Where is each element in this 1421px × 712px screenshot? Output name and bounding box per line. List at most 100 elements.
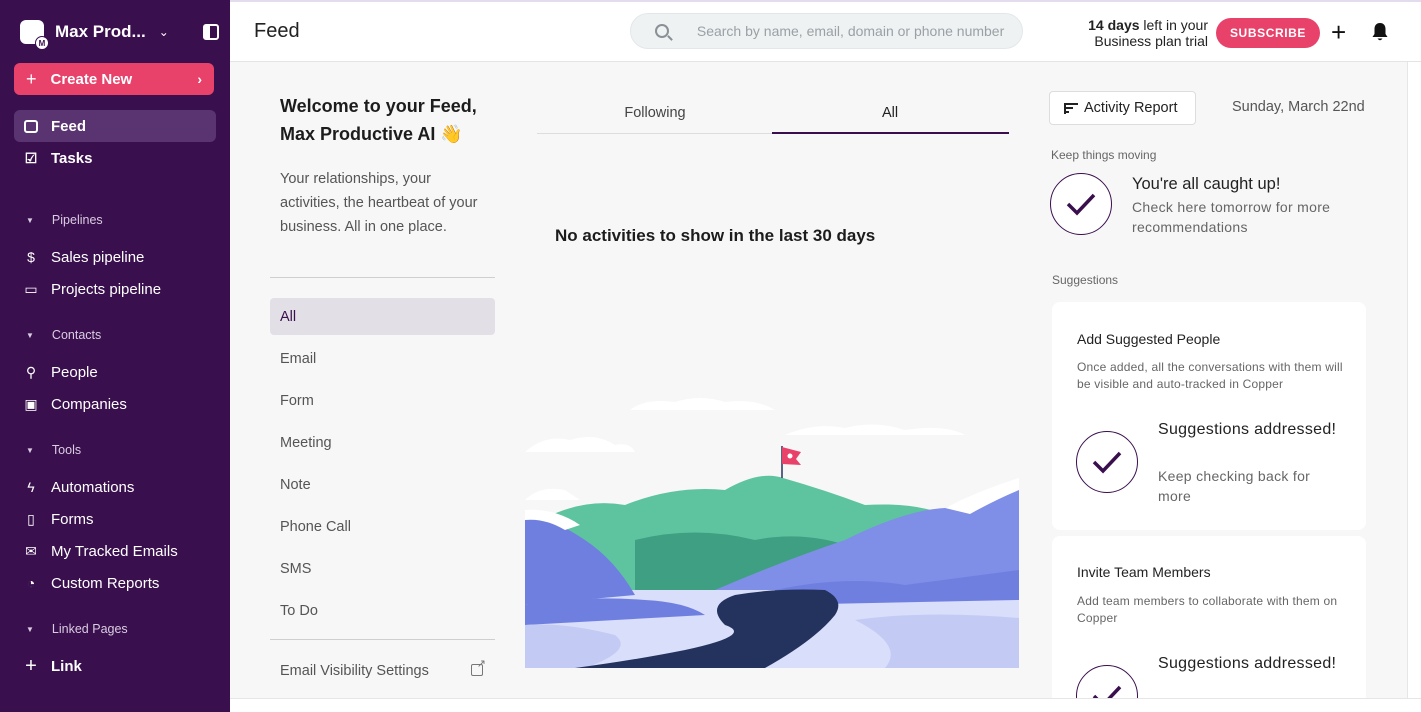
sidebar-item-label: Forms — [51, 510, 94, 528]
filter-meeting[interactable]: Meeting — [270, 424, 495, 461]
welcome-heading: Welcome to your Feed, Max Productive AI … — [280, 92, 477, 148]
divider — [270, 277, 495, 278]
workspace-name: Max Prod... — [55, 22, 146, 41]
activity-report-label: Activity Report — [1084, 100, 1178, 116]
activity-report-button[interactable]: Activity Report — [1049, 91, 1196, 125]
workspace-switcher[interactable]: M Max Prod... ⌄ — [14, 16, 219, 50]
add-icon[interactable]: + — [1331, 19, 1346, 45]
trial-text: left in your — [1139, 17, 1208, 33]
subscribe-button[interactable]: SUBSCRIBE — [1216, 18, 1320, 48]
add-suggested-people-card: Add Suggested People Once added, all the… — [1052, 302, 1366, 530]
check-circle-icon — [1050, 173, 1112, 235]
caret-down-icon: ▼ — [26, 215, 34, 225]
welcome-line-2: Max Productive AI 👋 — [280, 124, 463, 144]
sidebar-item-my-tracked-emails[interactable]: ✉ My Tracked Emails — [14, 535, 216, 567]
filter-to-do[interactable]: To Do — [270, 592, 495, 629]
filter-form[interactable]: Form — [270, 382, 495, 419]
briefcase-icon: ▭ — [24, 280, 38, 297]
plus-icon: + — [26, 68, 37, 89]
sidebar-item-label: People — [51, 363, 98, 381]
filter-all[interactable]: All — [270, 298, 495, 335]
filter-sms[interactable]: SMS — [270, 550, 495, 587]
filter-phone-call[interactable]: Phone Call — [270, 508, 495, 545]
search-input[interactable] — [696, 23, 1022, 39]
top-bar: Feed 14 days left in your Business plan … — [230, 0, 1421, 62]
suggestions-status-title: Suggestions addressed! — [1158, 655, 1337, 672]
section-tools[interactable]: ▼ Tools — [26, 443, 81, 457]
sidebar-item-label: Sales pipeline — [51, 248, 145, 266]
lightning-icon: ϟ — [27, 479, 35, 495]
caret-down-icon: ▼ — [26, 330, 34, 340]
horizontal-scrollbar[interactable] — [230, 698, 1421, 712]
inbox-icon — [23, 118, 39, 134]
sidebar-item-projects-pipeline[interactable]: ▭ Projects pipeline — [14, 273, 216, 305]
current-date: Sunday, March 22nd — [1232, 99, 1365, 115]
card-description: Once added, all the conversations with t… — [1077, 360, 1343, 391]
chart-icon: ◔ — [26, 575, 36, 591]
section-contacts[interactable]: ▼ Contacts — [26, 328, 101, 342]
sidebar-item-custom-reports[interactable]: ◔ Custom Reports — [14, 567, 216, 599]
sidebar-item-forms[interactable]: ▯ Forms — [14, 503, 216, 535]
trial-plan: Business plan trial — [1094, 33, 1208, 49]
report-icon — [1064, 103, 1078, 114]
trial-days: 14 days — [1088, 17, 1140, 33]
workspace-logo-icon: M — [20, 20, 49, 50]
caret-down-icon: ▼ — [26, 445, 34, 455]
sidebar-item-sales-pipeline[interactable]: $ Sales pipeline — [14, 241, 216, 273]
card-title: Add Suggested People — [1077, 331, 1221, 347]
bell-icon[interactable] — [1371, 22, 1389, 42]
page-title: Feed — [254, 20, 300, 42]
sidebar-item-label: Projects pipeline — [51, 280, 162, 298]
sidebar-collapse-icon[interactable] — [203, 24, 219, 40]
empty-state-message: No activities to show in the last 30 day… — [555, 226, 876, 245]
dollar-icon: $ — [27, 249, 35, 265]
section-label: Tools — [51, 443, 82, 457]
welcome-line-1: Welcome to your Feed, — [280, 96, 477, 116]
external-link-icon[interactable] — [471, 657, 486, 676]
trial-notice: 14 days left in your Business plan trial — [1088, 17, 1208, 49]
sidebar-item-people[interactable]: ⚲ People — [14, 356, 216, 388]
section-linked-pages[interactable]: ▼ Linked Pages — [26, 622, 128, 636]
caret-down-icon: ▼ — [26, 624, 34, 634]
caught-up-title: You're all caught up! — [1132, 175, 1281, 193]
tab-active-indicator — [772, 132, 1009, 134]
clipboard-icon: ▯ — [27, 510, 35, 527]
section-pipelines[interactable]: ▼ Pipelines — [26, 213, 103, 227]
person-icon: ⚲ — [25, 363, 37, 380]
create-new-button[interactable]: + Create New › — [14, 63, 214, 95]
section-label: Contacts — [51, 328, 102, 342]
welcome-description: Your relationships, your activities, the… — [280, 171, 478, 235]
filter-note[interactable]: Note — [270, 466, 495, 503]
suggestions-status-title: Suggestions addressed! — [1158, 421, 1337, 438]
sidebar-item-tasks[interactable]: ☑ Tasks — [14, 142, 216, 174]
search-bar[interactable] — [630, 13, 1023, 49]
suggestions-status-subtitle: Keep checking back for more — [1158, 468, 1311, 504]
section-label: Linked Pages — [51, 622, 128, 636]
tab-following[interactable]: Following — [537, 92, 773, 134]
filter-email[interactable]: Email — [270, 340, 495, 377]
workspace-badge: M — [35, 36, 49, 50]
sidebar-item-label: Automations — [51, 478, 135, 496]
section-label: Pipelines — [51, 213, 103, 227]
sidebar-item-label: Custom Reports — [51, 574, 160, 592]
sidebar-item-feed[interactable]: Feed — [14, 110, 216, 142]
sidebar-item-label: Link — [51, 657, 82, 675]
check-square-icon: ☑ — [24, 149, 38, 166]
sidebar: M Max Prod... ⌄ + Create New › Feed ☑ Ta… — [0, 0, 230, 712]
check-circle-icon — [1076, 431, 1138, 493]
sidebar-item-automations[interactable]: ϟ Automations — [14, 471, 216, 503]
card-title: Invite Team Members — [1077, 564, 1211, 580]
plus-icon: + — [25, 654, 37, 677]
card-description: Add team members to collaborate with the… — [1077, 594, 1338, 625]
sidebar-item-label: Tasks — [51, 149, 93, 167]
invite-team-members-card: Invite Team Members Add team members to … — [1052, 536, 1366, 698]
check-circle-icon — [1076, 665, 1138, 698]
search-icon — [655, 24, 669, 38]
scrollbar[interactable] — [1407, 62, 1421, 698]
sidebar-item-companies[interactable]: ▣ Companies — [14, 388, 216, 420]
mountain-illustration — [525, 390, 1019, 668]
building-icon: ▣ — [24, 395, 38, 412]
tab-all[interactable]: All — [772, 92, 1008, 134]
sidebar-item-link[interactable]: + Link — [14, 650, 216, 682]
email-visibility-settings-link[interactable]: Email Visibility Settings — [270, 652, 495, 689]
